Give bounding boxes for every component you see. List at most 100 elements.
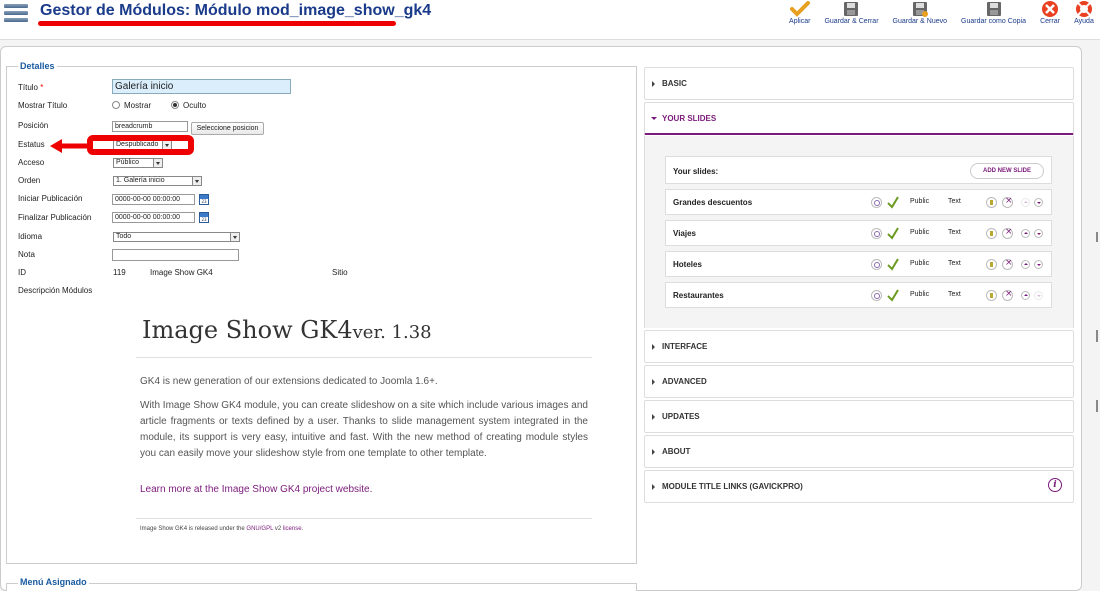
description-heading: Image Show GK4ver. 1.38: [142, 316, 432, 344]
note-input[interactable]: [112, 249, 239, 261]
status-label: Estatus: [18, 140, 45, 149]
chevron-down-icon: [192, 177, 201, 185]
save-close-button[interactable]: Guardar & Cerrar: [824, 0, 879, 25]
calendar-icon[interactable]: 23: [199, 212, 209, 223]
delete-icon[interactable]: [1002, 227, 1013, 239]
add-new-slide-button[interactable]: ADD NEW SLIDE: [970, 163, 1044, 179]
edit-icon[interactable]: [986, 228, 997, 239]
menu-assigned-legend: Menú Asignado: [18, 577, 89, 587]
menu-icon[interactable]: [4, 4, 28, 26]
id-value: 119: [113, 268, 126, 277]
license-footer: Image Show GK4 is released under the GNU…: [140, 526, 304, 532]
annotation-highlight-box: [87, 135, 194, 155]
publish-end-label: Finalizar Publicación: [18, 213, 92, 222]
description-intro: GK4 is new generation of our extensions …: [140, 376, 438, 387]
details-legend: Detalles: [18, 61, 57, 71]
license-link[interactable]: license: [283, 526, 302, 532]
slide-row[interactable]: Restaurantes Public Text: [665, 282, 1052, 308]
delete-icon[interactable]: [1002, 258, 1013, 270]
arrow-up-icon[interactable]: [1021, 291, 1030, 300]
scrollbar-tick: [1096, 232, 1098, 242]
preview-icon[interactable]: [871, 197, 882, 208]
order-label: Orden: [18, 176, 41, 185]
divider: [136, 518, 592, 519]
accordion-your-slides[interactable]: YOUR SLIDES: [644, 102, 1074, 135]
arrow-down-icon[interactable]: [1034, 291, 1043, 300]
arrow-down-icon[interactable]: [1034, 198, 1043, 207]
preview-icon[interactable]: [871, 290, 882, 301]
id-label: ID: [18, 268, 26, 277]
published-check-icon[interactable]: [887, 257, 899, 271]
arrow-up-icon[interactable]: [1021, 229, 1030, 238]
help-button[interactable]: Ayuda: [1074, 0, 1094, 25]
module-type: Image Show GK4: [150, 268, 213, 277]
menu-assigned-fieldset: [6, 583, 637, 591]
accordion-about[interactable]: ABOUT: [644, 435, 1074, 468]
show-title-option-hidden: Oculto: [183, 101, 207, 110]
edit-icon[interactable]: [986, 197, 997, 208]
published-check-icon[interactable]: [887, 288, 899, 302]
title-input[interactable]: Galería inicio: [112, 79, 291, 94]
show-title-radio-show[interactable]: [112, 101, 120, 109]
arrow-up-icon[interactable]: [1021, 198, 1030, 207]
access-select[interactable]: Público: [113, 158, 163, 168]
accordion-interface[interactable]: INTERFACE: [644, 330, 1074, 363]
gnu-gpl-link[interactable]: GNU/GPL: [246, 526, 273, 532]
description-body: With Image Show GK4 module, you can crea…: [140, 400, 588, 459]
toolbar: Aplicar Guardar & Cerrar Guardar & Nuevo…: [775, 0, 1094, 40]
annotation-underline: [38, 21, 396, 26]
slide-row[interactable]: Grandes descuentos Public Text: [665, 189, 1052, 215]
chevron-down-icon: [230, 233, 239, 241]
info-icon[interactable]: i: [1048, 478, 1062, 492]
project-website-link[interactable]: Learn more at the Image Show GK4 project…: [140, 484, 372, 495]
floppy-disk-copy-icon: [984, 1, 1004, 17]
publish-start-input[interactable]: 0000-00-00 00:00:00: [112, 194, 195, 205]
show-title-option-show: Mostrar: [124, 101, 152, 110]
delete-icon[interactable]: [1002, 196, 1013, 208]
description-label: Descripción Módulos: [18, 286, 93, 295]
position-input[interactable]: breadcrumb: [112, 121, 188, 132]
save-copy-button[interactable]: Guardar como Copia: [961, 0, 1026, 25]
calendar-icon[interactable]: 23: [199, 194, 209, 205]
published-check-icon[interactable]: [887, 226, 899, 240]
header-bar: Gestor de Módulos: Módulo mod_image_show…: [0, 0, 1100, 40]
apply-button[interactable]: Aplicar: [789, 0, 810, 25]
language-label: Idioma: [18, 232, 43, 241]
caret-right-icon: [652, 484, 655, 490]
publish-end-input[interactable]: 0000-00-00 00:00:00: [112, 212, 195, 223]
edit-icon[interactable]: [986, 259, 997, 270]
select-position-button[interactable]: Seleccione posicion: [191, 122, 264, 135]
show-title-radio-hidden[interactable]: [171, 101, 179, 109]
slide-row[interactable]: Hoteles Public Text: [665, 251, 1052, 277]
accordion-advanced[interactable]: ADVANCED: [644, 365, 1074, 398]
close-button[interactable]: Cerrar: [1040, 0, 1060, 25]
scrollbar-tick: [1096, 400, 1098, 412]
close-icon: [1040, 1, 1060, 17]
note-label: Nota: [18, 250, 35, 259]
caret-right-icon: [652, 379, 655, 385]
module-site: Sitio: [332, 268, 348, 277]
accordion-updates[interactable]: UPDATES: [644, 400, 1074, 433]
accordion-module-title-links[interactable]: MODULE TITLE LINKS (GAVICKPRO): [644, 470, 1074, 503]
slide-row[interactable]: Viajes Public Text: [665, 220, 1052, 246]
language-select[interactable]: Todo: [113, 232, 240, 242]
page-title: Gestor de Módulos: Módulo mod_image_show…: [40, 2, 432, 19]
accordion-basic[interactable]: BASIC: [644, 67, 1074, 100]
delete-icon[interactable]: [1002, 289, 1013, 301]
caret-right-icon: [652, 449, 655, 455]
caret-right-icon: [652, 414, 655, 420]
order-select[interactable]: 1. Galería inicio: [113, 176, 202, 186]
arrow-up-icon[interactable]: [1021, 260, 1030, 269]
arrow-down-icon[interactable]: [1034, 229, 1043, 238]
preview-icon[interactable]: [871, 259, 882, 270]
title-label: Título *: [18, 83, 44, 92]
preview-icon[interactable]: [871, 228, 882, 239]
published-check-icon[interactable]: [887, 195, 899, 209]
access-label: Acceso: [18, 158, 45, 167]
edit-icon[interactable]: [986, 290, 997, 301]
chevron-down-icon: [153, 159, 162, 167]
save-new-button[interactable]: Guardar & Nuevo: [893, 0, 947, 25]
slides-header: Your slides: ADD NEW SLIDE: [665, 156, 1052, 184]
arrow-down-icon[interactable]: [1034, 260, 1043, 269]
annotation-arrow-icon: [50, 139, 90, 153]
